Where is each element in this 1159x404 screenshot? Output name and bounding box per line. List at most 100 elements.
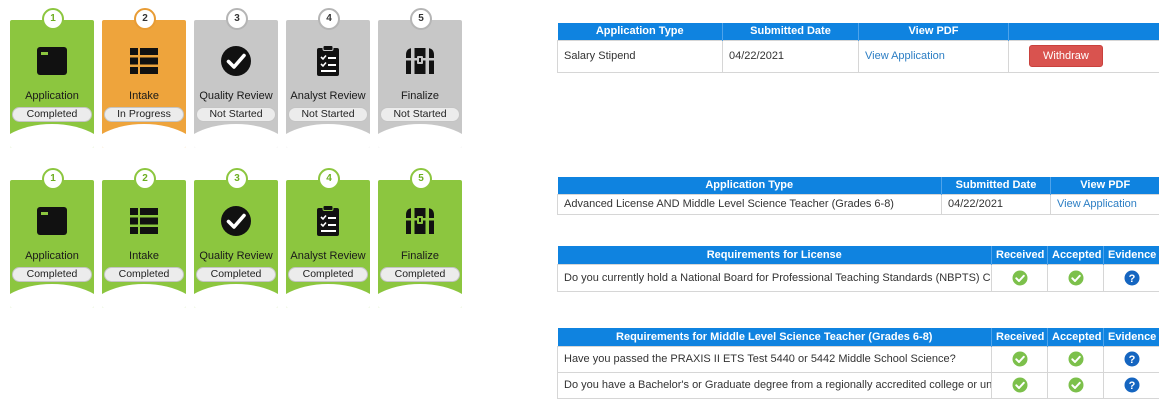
step-title: Analyst Review bbox=[290, 250, 366, 262]
received-check-icon bbox=[1012, 351, 1028, 367]
table-header-row: Application Type Submitted Date View PDF bbox=[557, 177, 1159, 194]
requirement-question: Do you have a Bachelor's or Graduate deg… bbox=[557, 371, 992, 399]
column-header-application-type: Application Type bbox=[557, 23, 723, 40]
column-header-received: Received bbox=[991, 328, 1048, 346]
table-row: Salary Stipend 04/22/2021 View Applicati… bbox=[557, 39, 1159, 73]
step-status-badge: Completed bbox=[12, 107, 92, 122]
evidence-help-icon[interactable]: ? bbox=[1124, 377, 1140, 393]
column-header-application-type: Application Type bbox=[557, 177, 942, 194]
check-circle-icon bbox=[218, 43, 254, 79]
column-header-requirement: Requirements for License bbox=[557, 246, 992, 264]
column-header-accepted: Accepted bbox=[1047, 246, 1104, 264]
svg-text:?: ? bbox=[1128, 354, 1135, 366]
step-status-badge: Not Started bbox=[380, 107, 460, 122]
list-icon bbox=[126, 203, 162, 239]
column-header-view-pdf: View PDF bbox=[1050, 177, 1159, 194]
step-status-badge: Completed bbox=[104, 267, 184, 282]
evidence-help-icon[interactable]: ? bbox=[1124, 351, 1140, 367]
view-application-link[interactable]: View Application bbox=[1057, 198, 1137, 210]
step-title: Quality Review bbox=[199, 90, 273, 102]
view-application-link[interactable]: View Application bbox=[865, 50, 945, 62]
column-header-evidence: Evidence bbox=[1103, 328, 1159, 346]
requirement-question: Have you passed the PRAXIS II ETS Test 5… bbox=[557, 345, 992, 373]
step-title: Intake bbox=[129, 90, 159, 102]
step-title: Application bbox=[25, 90, 79, 102]
requirement-question: Do you currently hold a National Board f… bbox=[557, 263, 992, 292]
clipboard-list-icon bbox=[310, 203, 346, 239]
step-card-application[interactable]: Application Completed bbox=[10, 20, 94, 148]
table-header-row: Requirements for Middle Level Science Te… bbox=[557, 328, 1159, 346]
step-card-quality-review[interactable]: Quality Review Completed bbox=[194, 180, 278, 308]
step-title: Analyst Review bbox=[290, 90, 366, 102]
step-title: Application bbox=[25, 250, 79, 262]
application-type-cell: Salary Stipend bbox=[557, 39, 723, 73]
list-icon bbox=[126, 43, 162, 79]
table-header-row: Requirements for License Received Accept… bbox=[557, 246, 1159, 264]
table-row: Do you currently hold a National Board f… bbox=[557, 263, 1159, 292]
svg-text:?: ? bbox=[1128, 273, 1135, 285]
application-table-1: Application Type Submitted Date View PDF… bbox=[557, 23, 1159, 73]
submitted-date-cell: 04/22/2021 bbox=[941, 193, 1051, 215]
application-window-icon bbox=[34, 43, 70, 79]
treasure-chest-icon bbox=[402, 43, 438, 79]
column-header-evidence: Evidence bbox=[1103, 246, 1159, 264]
column-header-submitted-date: Submitted Date bbox=[722, 23, 859, 40]
step-card-finalize[interactable]: Finalize Completed bbox=[378, 180, 462, 308]
accepted-check-icon bbox=[1068, 270, 1084, 286]
column-header-requirement: Requirements for Middle Level Science Te… bbox=[557, 328, 992, 346]
application-table-2: Application Type Submitted Date View PDF… bbox=[557, 177, 1159, 215]
step-card-analyst-review[interactable]: Analyst Review Not Started bbox=[286, 20, 370, 148]
requirements-science-table: Requirements for Middle Level Science Te… bbox=[557, 328, 1159, 399]
step-status-badge: Not Started bbox=[196, 107, 276, 122]
step-card-intake[interactable]: Intake Completed bbox=[102, 180, 186, 308]
submitted-date-cell: 04/22/2021 bbox=[722, 39, 859, 73]
step-number-badge: 4 bbox=[318, 168, 340, 190]
check-circle-icon bbox=[218, 203, 254, 239]
step-status-badge: Completed bbox=[380, 267, 460, 282]
withdraw-button[interactable]: Withdraw bbox=[1029, 45, 1103, 67]
step-number-badge: 1 bbox=[42, 168, 64, 190]
step-number-badge: 3 bbox=[226, 168, 248, 190]
step-number-badge: 5 bbox=[410, 168, 432, 190]
step-number-badge: 4 bbox=[318, 8, 340, 30]
step-title: Intake bbox=[129, 250, 159, 262]
table-row: Do you have a Bachelor's or Graduate deg… bbox=[557, 371, 1159, 399]
column-header-received: Received bbox=[991, 246, 1048, 264]
step-status-badge: In Progress bbox=[104, 107, 184, 122]
step-card-intake[interactable]: Intake In Progress bbox=[102, 20, 186, 148]
column-header-accepted: Accepted bbox=[1047, 328, 1104, 346]
clipboard-list-icon bbox=[310, 43, 346, 79]
table-header-row: Application Type Submitted Date View PDF bbox=[557, 23, 1159, 40]
table-row: Advanced License AND Middle Level Scienc… bbox=[557, 193, 1159, 215]
step-status-badge: Completed bbox=[12, 267, 92, 282]
progress-tracker-1: 1 Application Completed 2 Intake In Prog… bbox=[10, 8, 465, 148]
step-number-badge: 2 bbox=[134, 8, 156, 30]
step-card-application[interactable]: Application Completed bbox=[10, 180, 94, 308]
treasure-chest-icon bbox=[402, 203, 438, 239]
application-type-cell: Advanced License AND Middle Level Scienc… bbox=[557, 193, 942, 215]
table-row: Have you passed the PRAXIS II ETS Test 5… bbox=[557, 345, 1159, 373]
column-header-actions bbox=[1008, 23, 1159, 40]
step-title: Finalize bbox=[401, 250, 439, 262]
column-header-view-pdf: View PDF bbox=[858, 23, 1009, 40]
step-number-badge: 3 bbox=[226, 8, 248, 30]
received-check-icon bbox=[1012, 270, 1028, 286]
step-number-badge: 5 bbox=[410, 8, 432, 30]
step-title: Finalize bbox=[401, 90, 439, 102]
step-title: Quality Review bbox=[199, 250, 273, 262]
svg-text:?: ? bbox=[1128, 380, 1135, 392]
received-check-icon bbox=[1012, 377, 1028, 393]
step-number-badge: 2 bbox=[134, 168, 156, 190]
progress-tracker-2: 1 Application Completed 2 Intake Complet… bbox=[10, 168, 465, 308]
evidence-help-icon[interactable]: ? bbox=[1124, 270, 1140, 286]
column-header-submitted-date: Submitted Date bbox=[941, 177, 1051, 194]
step-card-finalize[interactable]: Finalize Not Started bbox=[378, 20, 462, 148]
step-card-analyst-review[interactable]: Analyst Review Completed bbox=[286, 180, 370, 308]
step-number-badge: 1 bbox=[42, 8, 64, 30]
step-card-quality-review[interactable]: Quality Review Not Started bbox=[194, 20, 278, 148]
requirements-license-table: Requirements for License Received Accept… bbox=[557, 246, 1159, 292]
step-status-badge: Completed bbox=[288, 267, 368, 282]
step-status-badge: Not Started bbox=[288, 107, 368, 122]
application-window-icon bbox=[34, 203, 70, 239]
accepted-check-icon bbox=[1068, 377, 1084, 393]
